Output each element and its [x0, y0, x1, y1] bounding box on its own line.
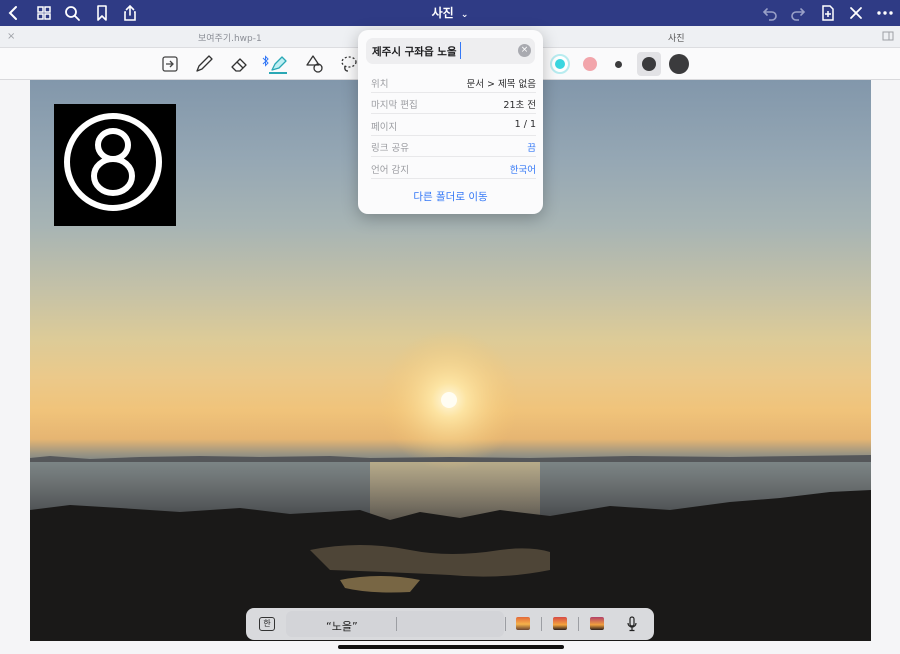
sunset-emoji-icon[interactable]	[516, 617, 530, 630]
move-to-folder-button[interactable]: 다른 폴더로 이동	[358, 189, 543, 204]
stroke-size-small[interactable]	[615, 61, 622, 68]
info-value[interactable]: 문서 > 제목 없음	[467, 76, 536, 90]
info-label: 언어 감지	[371, 165, 409, 176]
language-selector[interactable]: 한국어	[510, 162, 536, 176]
top-app-bar: 사진 ⌄	[0, 0, 900, 26]
info-row-language: 언어 감지 한국어	[371, 158, 536, 179]
info-row-last-edit: 마지막 편집 21초 전	[371, 93, 536, 114]
chevron-down-icon: ⌄	[460, 10, 469, 20]
info-value: 21초 전	[503, 100, 536, 111]
new-page-icon[interactable]	[818, 3, 838, 23]
doc-title-input[interactable]: 제주시 구좌읍 노을 ×	[366, 38, 535, 64]
clear-text-icon[interactable]: ×	[518, 44, 531, 57]
info-value: 1 / 1	[514, 119, 536, 130]
city-sunset-emoji-icon[interactable]	[590, 617, 604, 630]
language-key-label: 한	[263, 619, 271, 628]
home-indicator[interactable]	[338, 645, 564, 649]
doc-title-text: 제주시 구좌읍 노을	[372, 46, 457, 58]
undo-icon[interactable]	[760, 3, 780, 23]
shapes-icon[interactable]	[302, 52, 326, 76]
more-icon[interactable]	[875, 3, 895, 23]
info-label: 마지막 편집	[371, 100, 418, 111]
info-label: 링크 공유	[371, 143, 409, 154]
suggestion-box: “노을”	[286, 611, 504, 637]
info-row-location: 위치 문서 > 제목 없음	[371, 72, 536, 93]
suggestion-word[interactable]: “노을”	[326, 618, 358, 634]
stroke-size-medium-selected[interactable]	[637, 52, 661, 76]
info-row-link-share: 링크 공유 끔	[371, 136, 536, 157]
suggestion-divider	[541, 617, 542, 631]
eraser-icon[interactable]	[228, 52, 252, 76]
stroke-size-large[interactable]	[669, 54, 689, 74]
pencil-icon[interactable]	[192, 52, 216, 76]
language-key[interactable]: 한	[259, 617, 275, 631]
color-swatch-cyan-selected[interactable]	[550, 54, 570, 74]
info-row-page: 페이지 1 / 1	[371, 115, 536, 136]
link-share-toggle[interactable]: 끔	[527, 140, 536, 154]
suggestion-divider	[578, 617, 579, 631]
microphone-icon[interactable]	[626, 616, 638, 635]
highlighter-icon[interactable]	[266, 52, 290, 76]
info-label: 페이지	[371, 122, 398, 133]
keyboard-shortcut-bar: 한 “노을”	[246, 608, 654, 640]
document-info-popover: 제주시 구좌읍 노을 × 위치 문서 > 제목 없음 마지막 편집 21초 전 …	[358, 30, 543, 214]
info-label: 위치	[371, 79, 389, 90]
tab-close-icon[interactable]: ×	[7, 31, 15, 42]
text-cursor	[460, 42, 461, 59]
close-icon[interactable]	[846, 3, 866, 23]
number-badge	[54, 104, 176, 226]
redo-icon[interactable]	[788, 3, 808, 23]
read-mode-icon[interactable]	[158, 52, 182, 76]
sidebar-toggle-icon[interactable]	[882, 30, 894, 45]
tab-right-label[interactable]: 사진	[668, 31, 685, 44]
tab-file-name[interactable]: 보여주기.hwp-1	[198, 31, 262, 44]
page-title: 사진	[431, 6, 454, 20]
cityscape-emoji-icon[interactable]	[553, 617, 567, 630]
suggestion-divider	[396, 617, 397, 631]
color-swatch-pink[interactable]	[583, 57, 597, 71]
suggestion-divider	[505, 617, 506, 631]
